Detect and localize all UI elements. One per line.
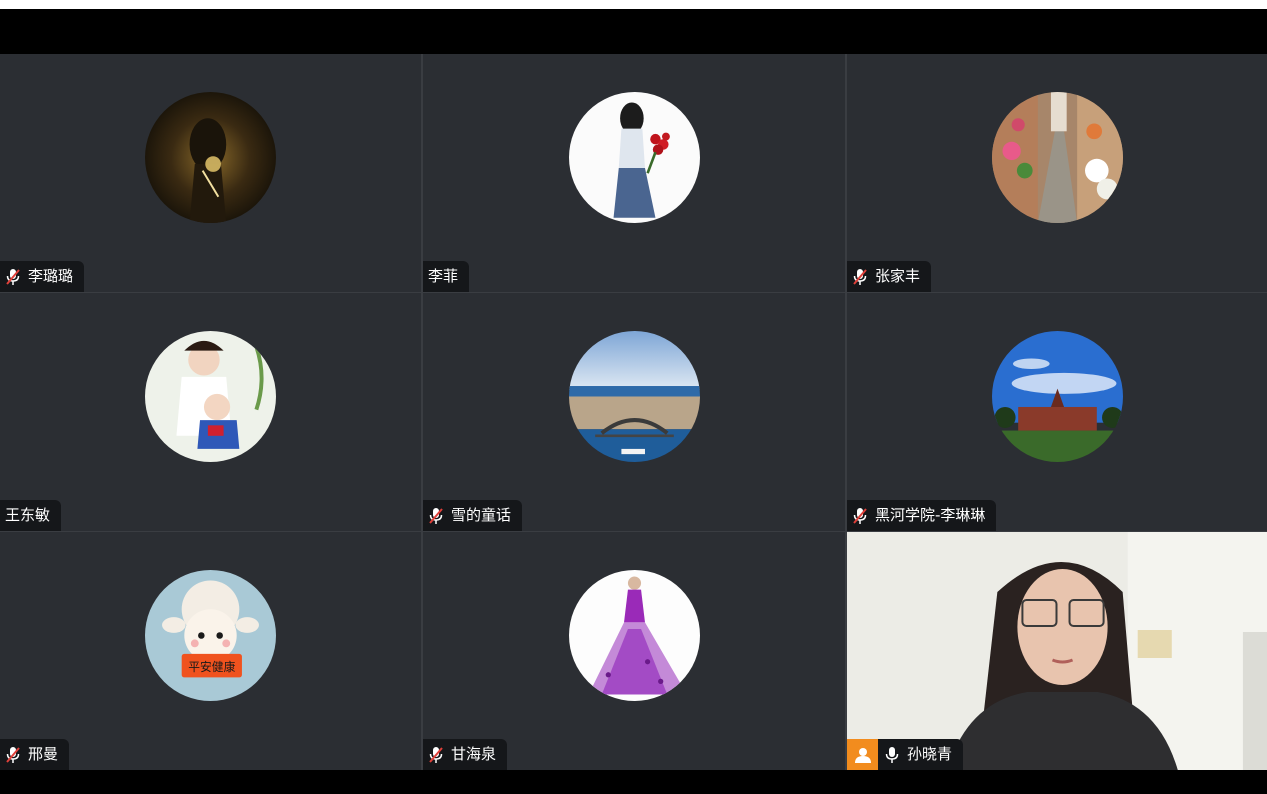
blue-sky-building-avatar	[992, 331, 1123, 462]
self-video-tile[interactable]: 孙晓青	[847, 532, 1267, 770]
mic-muted-icon	[852, 507, 868, 525]
participant-name: 邢曼	[28, 745, 59, 763]
participant-nametag: 李菲	[423, 261, 470, 292]
mother-baby-avatar	[145, 331, 276, 462]
participant-nametag: 雪的童话	[423, 500, 523, 531]
harbor-city-avatar	[569, 331, 700, 462]
participant-tile[interactable]: 雪的童话	[423, 293, 845, 531]
participant-name: 王东敏	[5, 506, 51, 524]
host-person-icon[interactable]	[847, 739, 878, 770]
mic-muted-icon	[428, 507, 444, 525]
mic-muted-icon	[428, 746, 444, 764]
svg-text:平安健康: 平安健康	[188, 660, 235, 674]
participant-name: 黑河学院-李琳琳	[875, 506, 986, 524]
participant-tile[interactable]: 王东敏	[0, 293, 421, 531]
camera-feed	[847, 532, 1267, 770]
participant-tile[interactable]: 黑河学院-李琳琳	[847, 293, 1267, 531]
participant-nametag: 李璐璐	[0, 261, 85, 292]
participant-nametag: 张家丰	[847, 261, 932, 292]
participant-name: 李菲	[428, 267, 459, 285]
purple-gown-avatar	[569, 570, 700, 701]
top-border	[0, 0, 1267, 9]
mic-muted-icon	[5, 268, 21, 286]
participant-name: 雪的童话	[451, 506, 512, 524]
video-grid: 李璐璐 李菲 张家丰 王东敏 雪的童话 黑河学院-李琳琳 平安健康 邢曼 甘海泉…	[0, 54, 1267, 770]
participant-nametag: 黑河学院-李琳琳	[847, 500, 997, 531]
participant-nametag: 王东敏	[0, 500, 62, 531]
participant-nametag: 甘海泉	[423, 739, 508, 770]
participant-tile[interactable]: 张家丰	[847, 54, 1267, 292]
participant-tile[interactable]: 甘海泉	[423, 532, 845, 770]
dark-portrait-avatar	[145, 92, 276, 223]
participant-tile[interactable]: 李菲	[423, 54, 845, 292]
participant-name: 李璐璐	[28, 267, 74, 285]
participant-nametag: 邢曼	[0, 739, 70, 770]
girl-with-roses-avatar	[569, 92, 700, 223]
participant-tile[interactable]: 李璐璐	[0, 54, 421, 292]
participant-tile[interactable]: 平安健康 邢曼	[0, 532, 421, 770]
mic-muted-icon	[852, 268, 868, 286]
participant-name: 张家丰	[875, 267, 921, 285]
participant-name: 孙晓青	[907, 745, 953, 763]
mic-muted-icon	[5, 746, 21, 764]
participant-name: 甘海泉	[451, 745, 497, 763]
microphone-icon	[884, 746, 900, 764]
cartoon-lamb-avatar: 平安健康	[145, 570, 276, 701]
flower-street-avatar	[992, 92, 1123, 223]
self-nametag: 孙晓青	[847, 739, 964, 770]
